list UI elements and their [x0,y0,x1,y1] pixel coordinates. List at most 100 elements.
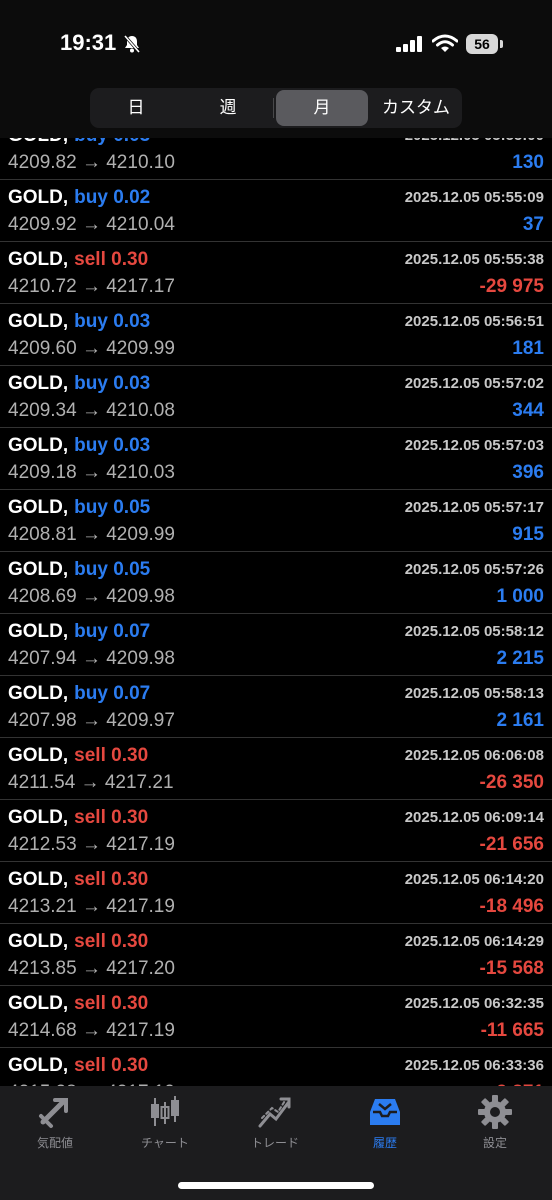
trade-prices: 4212.53 → 4217.19 [8,834,175,855]
trade-symbol-line: GOLD, sell 0.30 [8,807,148,829]
trade-prices: 4213.21 → 4217.19 [8,896,175,917]
trade-symbol: GOLD, [8,621,69,642]
trade-lot: 0.30 [111,1055,149,1076]
battery-indicator: 56 [466,34,498,54]
trade-symbol-line: GOLD, sell 0.30 [8,993,148,1015]
trade-date: 2025.12.05 05:56:51 [404,313,544,330]
trade-symbol: GOLD, [8,745,69,766]
trade-symbol: GOLD, [8,931,69,952]
trade-side: buy [74,311,108,332]
trade-side: buy [74,683,108,704]
trade-row[interactable]: GOLD, buy 0.03 4209.60 → 4209.99 2025.12.05… [0,304,552,366]
trade-side: sell [74,993,106,1014]
trade-lot: 0.30 [111,745,149,766]
trade-prices: 4209.82 → 4210.10 [8,152,175,173]
trade-profit: -26 350 [479,772,544,793]
trade-side: sell [74,249,106,270]
tab-settings[interactable]: 設定 [440,1094,550,1151]
trade-row[interactable]: GOLD, buy 0.02 4209.92 → 4210.04 2025.12.05… [0,180,552,242]
trade-profit: 2 215 [496,648,544,669]
trade-side: sell [74,807,106,828]
trade-row[interactable]: GOLD, buy 0.05 4208.81 → 4209.99 2025.12.05… [0,490,552,552]
trade-side: sell [74,869,106,890]
trade-lot: 0.05 [113,559,151,580]
bell-muted-icon [122,34,142,59]
trade-date: 2025.12.05 06:09:14 [404,809,544,826]
trade-history-rows: GOLD,buy 0.034209.82 → 4210.102025.12.05… [0,138,552,1086]
tab-history[interactable]: 履歴 [330,1094,440,1151]
trade-symbol-line: GOLD, buy 0.02 [8,187,150,209]
trade-profit: -15 568 [479,958,544,979]
trade-row[interactable]: GOLD, sell 0.30 4211.54 → 4217.21 2025.12.0… [0,738,552,800]
wifi-icon [431,34,459,59]
trade-symbol-line: GOLD, sell 0.30 [8,869,148,891]
trade-lot: 0.07 [113,683,151,704]
trade-symbol: GOLD, [8,869,69,890]
trade-lot: 0.07 [113,621,151,642]
trade-prices: 4209.34 → 4210.08 [8,400,175,421]
trade-date: 2025.12.05 05:57:26 [404,561,544,578]
tab-trade[interactable]: トレード [220,1094,330,1151]
tab-chart[interactable]: チャート [110,1094,220,1151]
tab-settings-label: 設定 [482,1136,507,1150]
quotes-icon [0,1094,110,1130]
segment-custom[interactable]: カスタム [370,88,462,128]
trade-row[interactable]: GOLD, buy 0.03 4209.82 → 4210.10 2025.12.05… [0,138,552,180]
trade-row[interactable]: GOLD, buy 0.07 4207.94 → 4209.98 2025.12.05… [0,614,552,676]
tab-quotes[interactable]: 気配値 [0,1094,110,1151]
trade-date: 2025.12.05 05:57:02 [404,375,544,392]
trade-symbol: GOLD, [8,993,69,1014]
trade-symbol-line: GOLD,buy 0.03 [8,311,150,333]
trade-side: buy [74,373,108,394]
trade-row[interactable]: GOLD, sell 0.30 4213.85 → 4217.20 2025.12.0… [0,924,552,986]
trade-lot: 0.30 [111,249,149,270]
trade-profit: 130 [512,152,544,173]
trade-symbol: GOLD, [8,559,69,580]
trade-prices: 4214.68 → 4217.19 [8,1020,175,1041]
trade-row[interactable]: GOLD, buy 0.07 4207.98 → 4209.97 2025.12.05… [0,676,552,738]
trade-date: 2025.12.05 05:57:03 [404,437,544,454]
trade-symbol: GOLD, [8,497,69,518]
period-selector-bar: 日 週 月 カスタム [0,80,552,138]
status-time: 19:31 [60,30,117,55]
segment-day[interactable]: 日 [90,88,182,128]
trade-prices: 4210.72 → 4217.17 [8,276,175,297]
trade-row[interactable]: GOLD, buy 0.03 4209.18 → 4210.03 2025.12.05… [0,428,552,490]
trade-profit: 37 [522,214,544,235]
trade-lot: 0.30 [111,807,149,828]
trade-date: 2025.12.05 05:55:09 [404,189,544,206]
trade-date: 2025.12.05 06:14:29 [404,933,544,950]
segment-month[interactable]: 月 [276,90,368,126]
trade-row[interactable]: GOLD, sell 0.30 4210.72 → 4217.17 2025.12.0… [0,242,552,304]
trade-prices: 4207.94 → 4209.98 [8,648,175,669]
trade-symbol: GOLD, [8,187,69,208]
trade-symbol-line: GOLD, sell 0.30 [8,1055,148,1077]
trade-row[interactable]: GOLD, sell 0.30 4212.53 → 4217.19 2025.12.0… [0,800,552,862]
trade-date: 2025.12.05 05:58:13 [404,685,544,702]
trade-prices: 4209.18 → 4210.03 [8,462,175,483]
trade-row[interactable]: GOLD,sell 0.304215.28 → 4217.192025.12.0… [0,1048,552,1086]
trade-row[interactable]: GOLD, sell 0.30 4213.21 → 4217.19 2025.12.0… [0,862,552,924]
trade-symbol-line: GOLD, buy 0.07 [8,683,150,705]
battery-tip [500,40,503,48]
trade-lot: 0.03 [113,435,151,456]
trade-symbol: GOLD, [8,1055,69,1076]
tab-trade-label: トレード [250,1136,299,1150]
trade-side: sell [74,1055,106,1076]
trade-row[interactable]: GOLD, buy 0.03 4209.34 → 4210.08 2025.12.05… [0,366,552,428]
trade-date: 2025.12.05 05:57:17 [404,499,544,516]
trade-symbol-line: GOLD,buy 0.03 [8,373,150,395]
segment-divider [273,98,274,118]
cellular-signal-icon [396,36,422,52]
segment-week[interactable]: 週 [182,88,274,128]
trade-row[interactable]: GOLD, buy 0.05 4208.69 → 4209.98 2025.12.05… [0,552,552,614]
trade-side: sell [74,745,106,766]
trade-lot: 0.30 [111,931,149,952]
trade-symbol-line: GOLD, buy 0.05 [8,497,150,519]
trade-symbol-line: GOLD,buy 0.03 [8,435,150,457]
trade-profit: -21 656 [479,834,544,855]
trade-history-list[interactable]: GOLD,buy 0.034209.82 → 4210.102025.12.05… [0,138,552,1086]
trade-lot: 0.02 [113,187,151,208]
trade-row[interactable]: GOLD, sell 0.30 4214.68 → 4217.19 2025.12.0… [0,986,552,1048]
trade-prices: 4213.85 → 4217.20 [8,958,175,979]
